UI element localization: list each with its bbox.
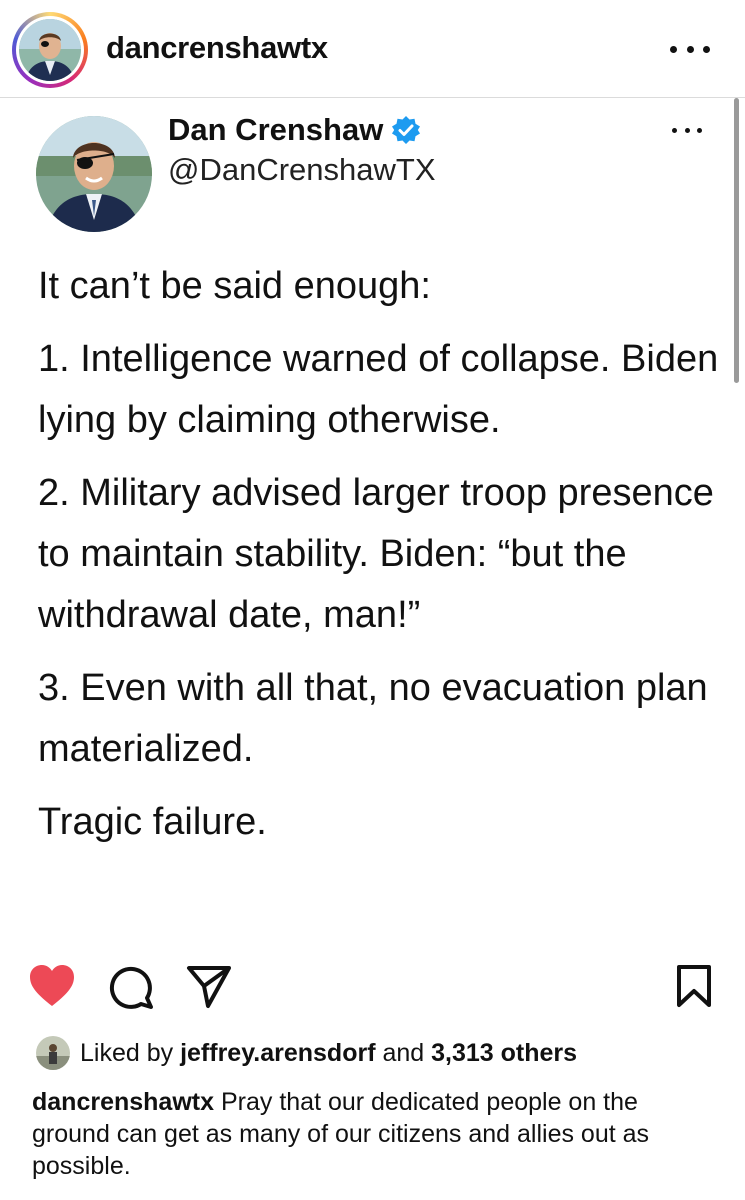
liker-avatar: [36, 1036, 70, 1070]
tweet-paragraph: 3. Even with all that, no evacuation pla…: [38, 667, 708, 770]
tweet-paragraph: Tragic failure.: [38, 801, 267, 843]
likes-middle: and: [382, 1038, 425, 1067]
post-caption: dancrenshawtx Pray that our dedicated pe…: [32, 1086, 722, 1182]
bookmark-icon[interactable]: [676, 964, 712, 1013]
tweet-image: Dan Crenshaw @DanCrenshawTX It can’t be …: [0, 98, 745, 938]
action-bar: [0, 958, 745, 1018]
tweet-display-name: Dan Crenshaw: [168, 112, 421, 148]
post-header: dancrenshawtx: [0, 0, 745, 98]
tweet-paragraph: 2. Military advised larger troop presenc…: [38, 472, 714, 636]
scrollbar[interactable]: [734, 98, 739, 383]
tweet-paragraph: 1. Intelligence warned of collapse. Bide…: [38, 338, 719, 441]
avatar-image: [19, 19, 81, 81]
likes-count[interactable]: 3,313 others: [431, 1039, 577, 1068]
likes-summary[interactable]: Liked by jeffrey.arensdorf and 3,313 oth…: [36, 1036, 577, 1070]
display-name-text: Dan Crenshaw: [168, 112, 384, 147]
tweet-avatar: [36, 116, 152, 232]
comment-icon[interactable]: [108, 964, 154, 1015]
profile-avatar[interactable]: [12, 12, 88, 88]
tweet-paragraph: It can’t be said enough:: [38, 265, 431, 307]
tweet-text: It can’t be said enough: 1. Intelligence…: [38, 256, 728, 865]
liker-username[interactable]: jeffrey.arensdorf: [180, 1039, 375, 1068]
tweet-more-icon: [672, 120, 702, 140]
more-icon[interactable]: [670, 39, 710, 59]
likes-prefix: Liked by: [80, 1038, 174, 1067]
verified-badge-icon: [391, 115, 421, 145]
caption-username[interactable]: dancrenshawtx: [32, 1088, 214, 1116]
header-username[interactable]: dancrenshawtx: [106, 30, 328, 66]
share-icon[interactable]: [186, 964, 232, 1015]
heart-icon[interactable]: [28, 964, 76, 1013]
tweet-handle: @DanCrenshawTX: [168, 152, 436, 187]
